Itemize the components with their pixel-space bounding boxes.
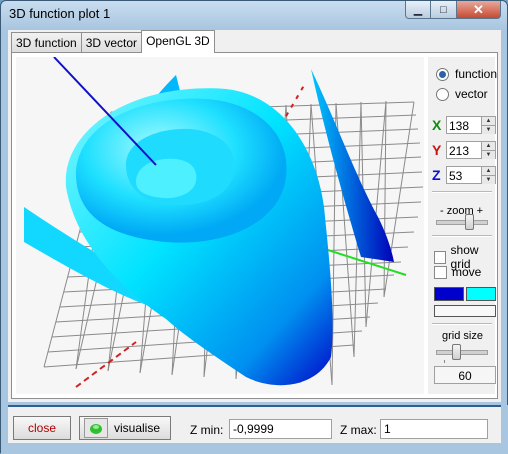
radio-selected-icon xyxy=(436,67,449,81)
move-checkbox[interactable]: move xyxy=(434,265,481,279)
zmax-label: Z max: xyxy=(340,423,377,437)
spin-up-icon[interactable]: ▲ xyxy=(482,117,495,125)
zoom-slider-track[interactable] xyxy=(436,220,488,225)
mode-function-label: function xyxy=(455,67,498,81)
low-color-swatch[interactable] xyxy=(434,287,464,301)
window-controls: ▁ □ ✕ xyxy=(405,1,501,19)
zmin-label: Z min: xyxy=(190,423,224,437)
close-window-button[interactable]: ✕ xyxy=(457,1,501,19)
grid-size-slider-track[interactable] xyxy=(436,350,488,355)
zmax-field[interactable]: 1 xyxy=(380,419,488,439)
bottom-strip: close visualise Z min: -0,9999 Z max: 1 xyxy=(8,405,501,443)
grid-size-value: 60 xyxy=(434,366,496,384)
mode-function-radio[interactable]: function xyxy=(436,67,497,81)
window-title: 3D function plot 1 xyxy=(9,6,111,21)
separator xyxy=(432,191,492,193)
minimize-button[interactable]: ▁ xyxy=(405,1,431,19)
z-axis-label: Z xyxy=(432,167,441,183)
bottom-toolbar: close visualise Z min: -0,9999 Z max: 1 xyxy=(1,405,508,454)
radio-empty-icon xyxy=(436,87,449,101)
maximize-button[interactable]: □ xyxy=(431,1,457,19)
x-rotation-input[interactable]: 138 xyxy=(446,116,482,134)
grid-size-label: grid size xyxy=(442,330,483,342)
visualise-label: visualise xyxy=(114,421,161,435)
tab-panel: function vector X 138 ▲ ▼ Y 213 ▲ ▼ Z 53… xyxy=(11,52,498,399)
tab-strip: 3D function 3D vector OpenGL 3D xyxy=(11,30,215,53)
zoom-label: - zoom + xyxy=(440,205,484,217)
options-sidebar: function vector X 138 ▲ ▼ Y 213 ▲ ▼ Z 53… xyxy=(428,57,497,394)
close-icon: ✕ xyxy=(473,1,484,17)
y-axis-label: Y xyxy=(432,142,442,158)
spin-up-icon[interactable]: ▲ xyxy=(482,142,495,150)
high-color-swatch[interactable] xyxy=(466,287,496,301)
title-bar[interactable]: 3D function plot 1 ▁ □ ✕ xyxy=(1,1,507,29)
maximize-icon: □ xyxy=(440,3,447,16)
visualise-button[interactable]: visualise xyxy=(79,416,171,440)
x-axis-label: X xyxy=(432,117,442,133)
close-button[interactable]: close xyxy=(13,416,71,440)
minimize-icon: ▁ xyxy=(413,4,423,16)
spin-up-icon[interactable]: ▲ xyxy=(482,167,495,175)
z-rotation-spinner[interactable]: ▲ ▼ xyxy=(482,166,496,184)
spin-down-icon[interactable]: ▼ xyxy=(482,150,495,159)
zmin-field[interactable]: -0,9999 xyxy=(229,419,332,439)
checkbox-icon xyxy=(434,250,446,264)
grid-size-slider-thumb[interactable] xyxy=(452,344,461,360)
client-area: 3D function 3D vector OpenGL 3D function… xyxy=(8,30,501,402)
y-rotation-row: Y 213 ▲ ▼ xyxy=(432,141,496,159)
slider-tick xyxy=(444,360,445,363)
tab-3d-function[interactable]: 3D function xyxy=(11,32,82,53)
tab-3d-vector[interactable]: 3D vector xyxy=(80,32,143,53)
spin-down-icon[interactable]: ▼ xyxy=(482,175,495,184)
plot-canvas xyxy=(24,57,424,388)
spin-down-icon[interactable]: ▼ xyxy=(482,125,495,134)
move-label: move xyxy=(452,265,482,279)
gradient-bar xyxy=(434,305,496,317)
opengl-viewport[interactable] xyxy=(16,57,424,394)
checkbox-icon xyxy=(434,265,447,279)
z-rotation-input[interactable]: 53 xyxy=(446,166,482,184)
mode-vector-label: vector xyxy=(455,87,488,101)
z-rotation-row: Z 53 ▲ ▼ xyxy=(432,166,496,184)
separator xyxy=(432,235,492,237)
x-rotation-row: X 138 ▲ ▼ xyxy=(432,116,496,134)
visualise-icon xyxy=(84,418,108,438)
y-rotation-input[interactable]: 213 xyxy=(446,141,482,159)
mode-vector-radio[interactable]: vector xyxy=(436,87,488,101)
x-rotation-spinner[interactable]: ▲ ▼ xyxy=(482,116,496,134)
zoom-slider-thumb[interactable] xyxy=(465,214,474,230)
separator xyxy=(432,323,492,325)
app-window: 3D function plot 1 ▁ □ ✕ 3D function 3D … xyxy=(0,0,508,454)
tab-opengl-3d[interactable]: OpenGL 3D xyxy=(141,30,215,53)
y-rotation-spinner[interactable]: ▲ ▼ xyxy=(482,141,496,159)
